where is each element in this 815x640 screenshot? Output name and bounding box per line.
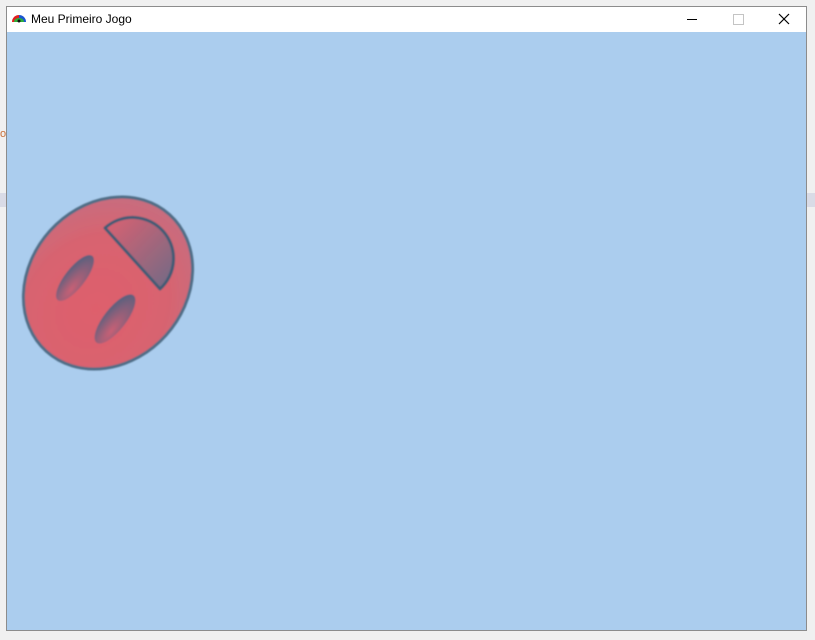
- close-button[interactable]: [761, 7, 807, 32]
- game-canvas[interactable]: [7, 32, 806, 630]
- minimize-icon: [687, 19, 697, 20]
- app-icon: [12, 15, 26, 23]
- maximize-button[interactable]: [715, 7, 761, 32]
- red-face-icon: [21, 195, 195, 371]
- minimize-button[interactable]: [669, 7, 715, 32]
- title-bar[interactable]: Meu Primeiro Jogo: [7, 7, 806, 32]
- window-title: Meu Primeiro Jogo: [31, 12, 132, 26]
- close-icon: [778, 13, 790, 25]
- game-window[interactable]: Meu Primeiro Jogo: [6, 6, 807, 631]
- maximize-icon: [733, 14, 744, 25]
